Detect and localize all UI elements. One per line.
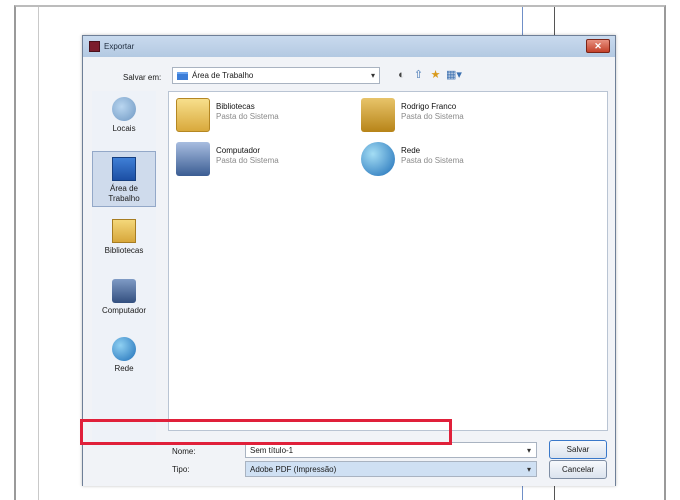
place-label: Rede [114,364,134,373]
file-name-value: Sem título-1 [250,446,294,455]
up-folder-icon[interactable]: ⇧ [412,69,425,82]
file-type: Pasta do Sistema [401,156,464,165]
file-name: Computador [216,146,261,155]
chevron-down-icon: ▾ [370,71,375,80]
place-label: Locais [112,124,136,133]
back-icon[interactable]: ◐ [395,69,408,82]
file-list[interactable]: Bibliotecas Pasta do Sistema Rodrigo Fra… [168,91,608,431]
file-type: Pasta do Sistema [216,112,279,121]
cancel-button[interactable]: Cancelar [549,460,607,479]
place-computer[interactable]: Computador [92,279,156,315]
file-item[interactable]: Bibliotecas Pasta do Sistema [174,96,334,136]
file-type-value: Adobe PDF (Impressão) [250,465,337,474]
dialog-titlebar[interactable]: Exportar ✕ [83,36,615,57]
place-locais[interactable]: Locais [92,97,156,133]
close-button[interactable]: ✕ [586,39,610,53]
libraries-folder-icon [176,98,210,132]
desktop-icon [112,157,136,181]
chevron-down-icon: ▾ [526,465,531,474]
place-network[interactable]: Rede [92,337,156,373]
network-icon [361,142,395,176]
file-name: Rede [401,146,421,155]
name-label: Nome: [172,447,196,456]
file-name: Bibliotecas [216,102,255,111]
type-field-highlight [80,419,452,445]
dialog-title: Exportar [104,42,135,51]
file-item[interactable]: Rodrigo Franco Pasta do Sistema [359,96,519,136]
place-desktop[interactable]: Área de Trabalho [92,151,156,207]
new-folder-icon[interactable]: ★ [429,69,442,82]
type-label: Tipo: [172,465,190,474]
location-dropdown[interactable]: Área de Trabalho ▾ [172,67,380,84]
computer-icon [176,142,210,176]
place-libraries[interactable]: Bibliotecas [92,219,156,255]
close-icon: ✕ [594,41,602,51]
file-name: Rodrigo Franco [401,102,457,111]
computer-icon [112,279,136,303]
file-type: Pasta do Sistema [401,112,464,121]
save-button[interactable]: Salvar [549,440,607,459]
place-label: Área de Trabalho [108,184,140,203]
save-in-label: Salvar em: [123,73,162,82]
chevron-down-icon: ▾ [526,446,531,455]
libraries-icon [112,219,136,243]
file-type-select[interactable]: Adobe PDF (Impressão) ▾ [245,461,537,477]
location-value: Área de Trabalho [192,71,254,80]
recent-places-icon [112,97,136,121]
network-icon [112,337,136,361]
place-label: Computador [101,306,147,315]
file-item[interactable]: Rede Pasta do Sistema [359,140,519,180]
page-margin-line [38,7,39,500]
places-bar: Locais Área de Trabalho Bibliotecas Comp… [92,91,156,448]
place-label: Bibliotecas [104,246,144,255]
file-type: Pasta do Sistema [216,156,279,165]
user-folder-icon [361,98,395,132]
file-item[interactable]: Computador Pasta do Sistema [174,140,334,180]
indesign-app-icon [89,41,100,52]
desktop-folder-icon [177,72,188,80]
views-menu-icon[interactable]: ▦▾ [446,69,462,82]
